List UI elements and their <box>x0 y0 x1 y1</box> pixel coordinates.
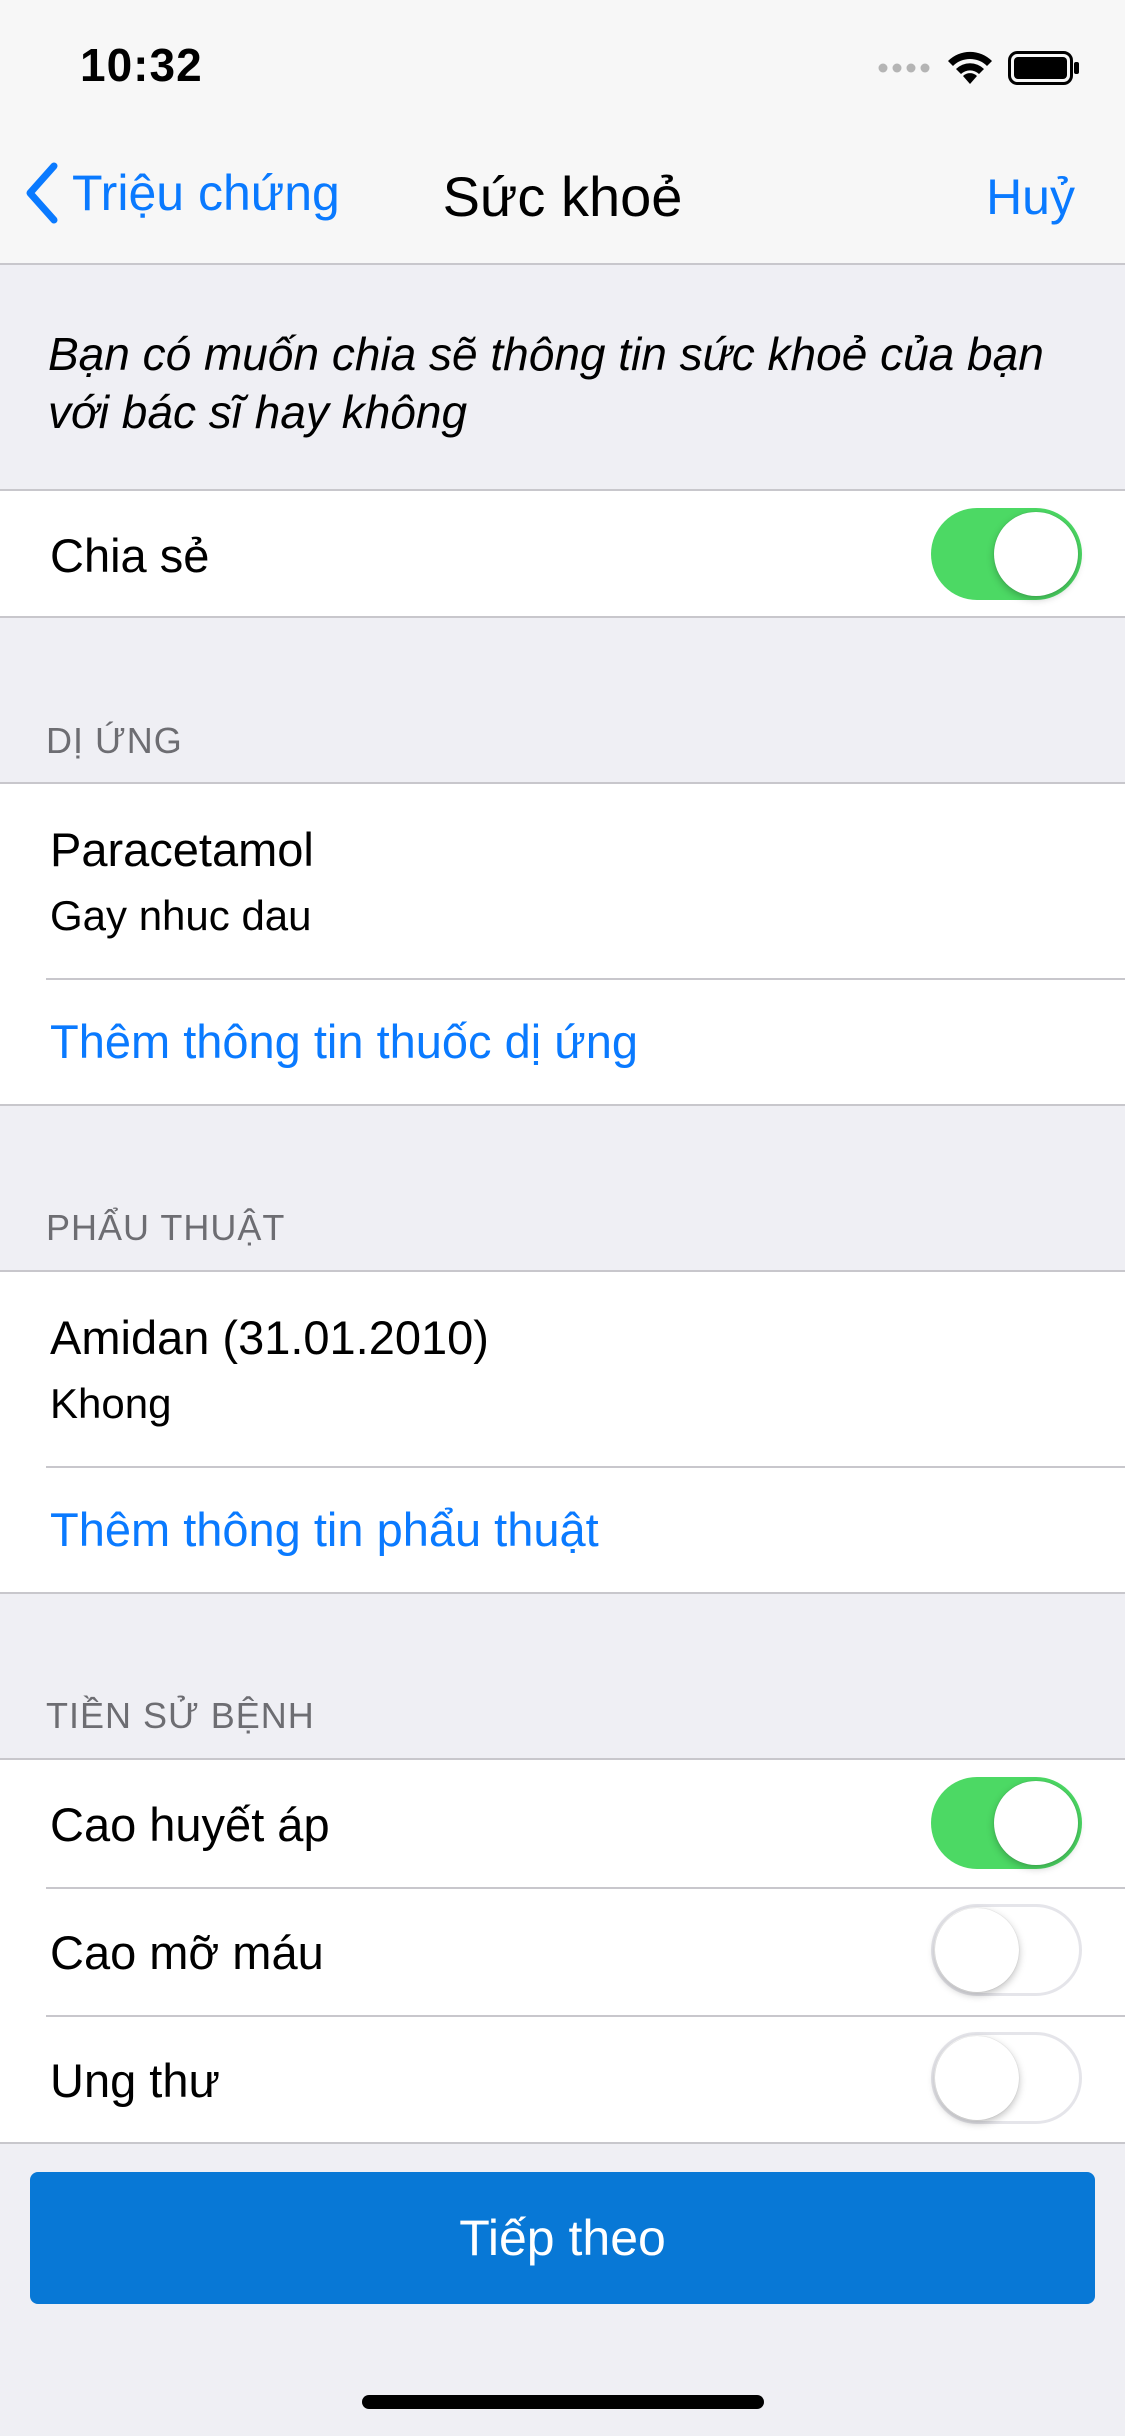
hyperlipidemia-toggle[interactable] <box>931 1904 1082 1996</box>
history-item-label: Cao mỡ máu <box>50 1926 324 1979</box>
history-item-label: Ung thư <box>50 2054 220 2107</box>
cancer-toggle[interactable] <box>931 2032 1082 2124</box>
surgery-item-note: Khong <box>50 1380 172 1427</box>
history-item-cancer: Ung thư <box>0 2015 1125 2142</box>
status-icons <box>878 50 1080 86</box>
share-group: Chia sẻ <box>0 489 1125 618</box>
navigation-bar: Triệu chứng Sức khoẻ Huỷ <box>0 130 1125 265</box>
surgery-item[interactable]: Amidan (31.01.2010) Khong <box>0 1272 1125 1466</box>
intro-text: Bạn có muốn chia sẽ thông tin sức khoẻ c… <box>48 328 1044 438</box>
share-label: Chia sẻ <box>50 529 210 582</box>
page-title: Sức khoẻ <box>442 165 683 228</box>
add-surgery-cell[interactable]: Thêm thông tin phẩu thuật <box>0 1466 1125 1592</box>
surgery-group: Amidan (31.01.2010) Khong Thêm thông tin… <box>0 1270 1125 1594</box>
toggle-knob <box>994 1781 1078 1865</box>
allergy-item-note: Gay nhuc dau <box>50 892 312 939</box>
history-group: Cao huyết áp Cao mỡ máu Ung thư <box>0 1758 1125 2144</box>
history-section-header: TIỀN SỬ BỆNH <box>46 1695 315 1736</box>
hypertension-toggle[interactable] <box>931 1777 1082 1869</box>
surgery-section-header: PHẨU THUẬT <box>46 1207 286 1248</box>
history-item-hypertension: Cao huyết áp <box>0 1760 1125 1887</box>
allergy-group: Paracetamol Gay nhuc dau Thêm thông tin … <box>0 782 1125 1106</box>
home-indicator <box>362 2395 764 2409</box>
allergy-section-header: DỊ ỨNG <box>46 720 183 761</box>
allergy-item-name: Paracetamol <box>50 823 314 876</box>
status-bar: 10:32 <box>0 0 1125 130</box>
add-allergy-cell[interactable]: Thêm thông tin thuốc dị ứng <box>0 978 1125 1104</box>
toggle-knob <box>935 2036 1019 2120</box>
add-allergy-link[interactable]: Thêm thông tin thuốc dị ứng <box>50 1014 638 1069</box>
wifi-icon <box>948 51 992 84</box>
allergy-item[interactable]: Paracetamol Gay nhuc dau <box>0 784 1125 978</box>
cancel-button[interactable]: Huỷ <box>986 168 1075 226</box>
share-cell: Chia sẻ <box>0 491 1125 616</box>
battery-icon <box>1008 51 1079 85</box>
history-item-hyperlipidemia: Cao mỡ máu <box>0 1887 1125 2015</box>
toggle-knob <box>935 1908 1019 1992</box>
surgery-item-name: Amidan (31.01.2010) <box>50 1311 489 1364</box>
next-button[interactable]: Tiếp theo <box>30 2172 1095 2304</box>
share-toggle[interactable] <box>931 508 1082 600</box>
add-surgery-link[interactable]: Thêm thông tin phẩu thuật <box>50 1502 599 1557</box>
toggle-knob <box>994 512 1078 596</box>
status-time: 10:32 <box>80 39 203 91</box>
history-item-label: Cao huyết áp <box>50 1798 330 1851</box>
signal-icon <box>878 63 930 73</box>
